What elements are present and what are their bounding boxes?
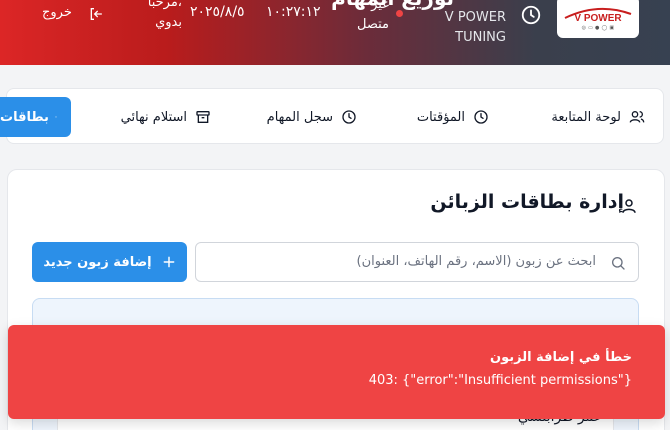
tab-timers-label: المؤقتات (416, 109, 465, 125)
tab-task-log[interactable]: سجل المهام (267, 89, 357, 145)
tab-timers[interactable]: المؤقتات (417, 89, 489, 145)
tab-customer-cards[interactable]: بطاقات (0, 97, 71, 137)
page-title: إدارة بطاقات الزبائن (430, 191, 624, 213)
error-toast[interactable]: خطأ في إضافة الزبون 403: {"error":"Insuf… (8, 325, 665, 419)
user-icon (622, 199, 636, 213)
app-header: V POWER ◎ ▭ ● ◯ ▣ توزيع المهام V POWER T… (0, 0, 670, 65)
search-placeholder: ابحث عن زبون (الاسم، رقم الهاتف، العنوان… (356, 254, 596, 269)
status-line-2: متصل (356, 17, 389, 32)
logout-button[interactable]: خروج (42, 5, 72, 20)
clock-icon (474, 110, 488, 124)
connection-status-dot (396, 10, 403, 17)
users-icon (629, 111, 645, 123)
tab-customer-cards-label: بطاقات (0, 109, 49, 125)
archive-icon (196, 111, 210, 123)
tab-task-log-label: سجل المهام (266, 109, 333, 125)
current-date: ٢٠٢٥/٨/٥ (190, 4, 245, 20)
customer-search-input[interactable]: ابحث عن زبون (الاسم، رقم الهاتف، العنوان… (195, 242, 639, 282)
welcome-line-1: مرحبا، (147, 0, 182, 10)
search-icon (612, 257, 625, 270)
welcome-user: بدوي (155, 15, 182, 30)
status-line-1: غير (371, 0, 389, 12)
toast-message: 403: {"error":"Insufficient permissions"… (368, 373, 632, 388)
brand-line-2: TUNING (455, 30, 506, 45)
plus-icon (163, 256, 175, 268)
brand-logo[interactable]: V POWER ◎ ▭ ● ◯ ▣ (557, 0, 639, 38)
clock-icon (342, 110, 356, 124)
brand-name: V POWER TUNING (445, 8, 506, 48)
current-time: ١٠:٢٧:١٢ (266, 4, 321, 20)
add-customer-label: إضافة زبون جديد (43, 254, 152, 270)
logo-text: V POWER (574, 13, 622, 24)
tab-bar: لوحة المتابعة المؤقتات سجل المهام استلام… (6, 88, 664, 144)
welcome-message: مرحبا، بدوي (148, 0, 182, 33)
tab-dashboard-label: لوحة المتابعة (551, 109, 621, 125)
tab-final-receipt[interactable]: استلام نهائي (121, 89, 211, 145)
connection-status: غير متصل (329, 0, 389, 35)
toast-title: خطأ في إضافة الزبون (489, 350, 632, 365)
logo-badges: ◎ ▭ ● ◯ ▣ (581, 24, 615, 31)
brand-line-1: V POWER (444, 10, 506, 25)
users-icon (54, 116, 57, 118)
tab-dashboard[interactable]: لوحة المتابعة (551, 89, 645, 145)
add-customer-button[interactable]: إضافة زبون جديد (32, 242, 187, 282)
clock-icon (521, 5, 541, 25)
logo-swoosh-icon: V POWER (564, 7, 632, 24)
tab-final-receipt-label: استلام نهائي (120, 109, 187, 125)
logout-icon[interactable] (88, 6, 104, 22)
